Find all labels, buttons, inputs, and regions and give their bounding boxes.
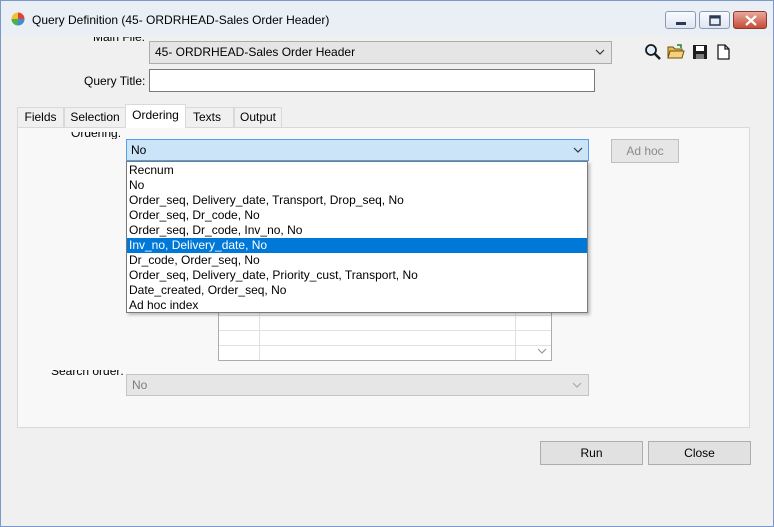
query-definition-window: Query Definition (45- ORDRHEAD-Sales Ord… xyxy=(0,0,774,527)
query-title-input[interactable] xyxy=(149,69,595,92)
minimize-icon xyxy=(676,22,686,25)
dropdown-option[interactable]: No xyxy=(127,178,587,193)
adhoc-button[interactable]: Ad hoc xyxy=(611,139,679,163)
window-title: Query Definition (45- ORDRHEAD-Sales Ord… xyxy=(32,13,330,27)
main-file-value: 45- ORDRHEAD-Sales Order Header xyxy=(155,45,356,59)
dropdown-option[interactable]: Recnum xyxy=(127,163,587,178)
dropdown-option[interactable]: Order_seq, Delivery_date, Priority_cust,… xyxy=(127,268,587,283)
main-file-label: Main File: xyxy=(93,37,146,44)
tab-selection-label: Selection xyxy=(70,110,120,124)
ordering-value: No xyxy=(131,143,147,157)
dropdown-option[interactable]: Order_seq, Delivery_date, Transport, Dro… xyxy=(127,193,587,208)
app-color-wheel-icon xyxy=(11,12,25,26)
dropdown-option[interactable]: Order_seq, Dr_code, Inv_no, No xyxy=(127,223,587,238)
chevron-down-icon xyxy=(573,147,583,153)
chevron-down-icon xyxy=(572,382,582,388)
ordering-combo[interactable]: No xyxy=(126,139,589,161)
tab-output-label: Output xyxy=(239,110,277,124)
tab-ordering[interactable]: Ordering xyxy=(125,104,186,128)
adhoc-button-label: Ad hoc xyxy=(626,144,664,158)
close-button-label: Close xyxy=(684,446,715,460)
ordering-dropdown-list[interactable]: Recnum No Order_seq, Delivery_date, Tran… xyxy=(126,161,588,313)
tab-ordering-label: Ordering xyxy=(132,108,179,122)
open-folder-icon[interactable] xyxy=(667,43,685,61)
grid-row-divider xyxy=(219,315,551,316)
minimize-button[interactable] xyxy=(665,11,696,29)
title-bar[interactable]: Query Definition (45- ORDRHEAD-Sales Ord… xyxy=(1,1,773,35)
search-order-label: Search order: xyxy=(51,370,124,378)
tab-output[interactable]: Output xyxy=(234,107,282,127)
maximize-button[interactable] xyxy=(699,11,730,29)
dropdown-option[interactable]: Dr_code, Order_seq, No xyxy=(127,253,587,268)
new-document-icon[interactable] xyxy=(714,43,732,61)
search-order-value: No xyxy=(132,378,148,392)
close-window-button[interactable] xyxy=(733,11,767,29)
chevron-down-icon xyxy=(595,49,605,55)
maximize-icon xyxy=(709,15,721,26)
query-title-label: Query Title: xyxy=(84,74,146,88)
close-button[interactable]: Close xyxy=(648,441,751,465)
tab-selection[interactable]: Selection xyxy=(64,107,126,127)
tab-texts[interactable]: Texts xyxy=(185,107,234,127)
grid-row-divider xyxy=(219,345,551,346)
save-icon[interactable] xyxy=(691,43,709,61)
run-button-label: Run xyxy=(580,446,603,460)
tab-fields-label: Fields xyxy=(24,110,57,124)
tab-fields[interactable]: Fields xyxy=(17,107,64,127)
ordering-label: Ordering: xyxy=(71,132,122,139)
scroll-down-icon[interactable] xyxy=(537,347,547,355)
dropdown-option[interactable]: Order_seq, Dr_code, No xyxy=(127,208,587,223)
close-icon xyxy=(745,15,757,26)
run-button[interactable]: Run xyxy=(540,441,643,465)
tab-texts-label: Texts xyxy=(193,110,222,124)
dropdown-option-highlighted[interactable]: Inv_no, Delivery_date, No xyxy=(127,238,587,253)
dropdown-option[interactable]: Ad hoc index xyxy=(127,298,587,313)
search-order-combo[interactable]: No xyxy=(126,374,589,396)
grid-row-divider xyxy=(219,330,551,331)
dropdown-option[interactable]: Date_created, Order_seq, No xyxy=(127,283,587,298)
main-file-combo[interactable]: 45- ORDRHEAD-Sales Order Header xyxy=(149,41,612,64)
search-icon[interactable] xyxy=(644,43,662,61)
